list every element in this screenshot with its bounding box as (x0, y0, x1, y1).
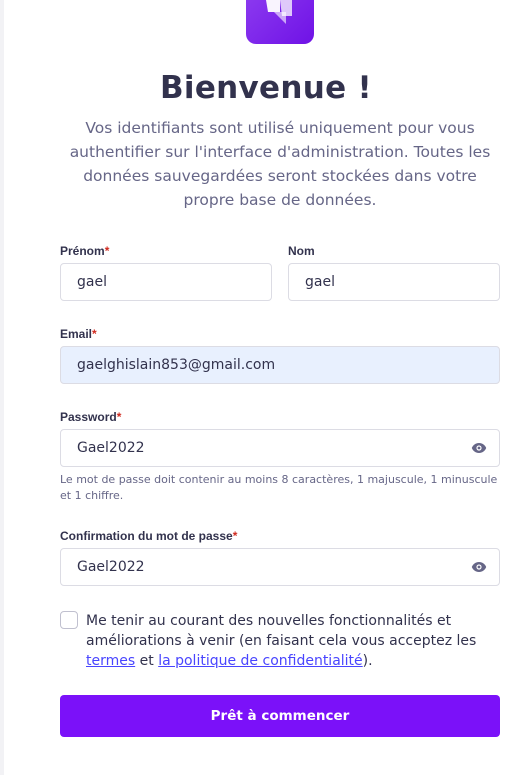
required-asterisk: * (232, 529, 238, 543)
confirm-password-label: Confirmation du mot de passe* (60, 529, 237, 543)
required-asterisk: * (116, 410, 122, 424)
email-label: Email* (60, 327, 97, 341)
eye-icon[interactable] (471, 442, 487, 454)
consent-text-after: ). (362, 653, 373, 669)
password-label: Password* (60, 410, 121, 424)
password-value: Gael2022 (77, 440, 145, 456)
terms-link[interactable]: termes (86, 653, 135, 669)
confirm-password-label-text: Confirmation du mot de passe (60, 529, 233, 543)
confirm-password-value: Gael2022 (77, 559, 145, 575)
email-value: gaelghislain853@gmail.com (77, 357, 276, 373)
email-label-text: Email (60, 327, 93, 341)
firstname-label-text: Prénom (60, 244, 105, 258)
page-subtitle: Vos identifiants sont utilisé uniquement… (69, 119, 491, 209)
password-hint: Le mot de passe doit contenir au moins 8… (60, 473, 498, 502)
lastname-value: gael (305, 274, 335, 290)
consent-text-before: Me tenir au courant des nouvelles foncti… (86, 613, 477, 649)
firstname-input[interactable]: gael (60, 263, 272, 301)
lastname-label: Nom (288, 244, 315, 258)
required-asterisk: * (92, 327, 97, 341)
firstname-label: Prénom* (60, 244, 109, 258)
lastname-label-text: Nom (288, 244, 315, 258)
required-asterisk: * (104, 244, 110, 258)
consent-text-middle: et (135, 653, 159, 669)
password-input[interactable]: Gael2022 (60, 429, 500, 467)
eye-icon[interactable] (471, 561, 487, 573)
privacy-policy-link[interactable]: la politique de confidentialité (158, 653, 362, 669)
left-edge-divider (0, 0, 4, 775)
firstname-value: gael (77, 274, 107, 290)
page-title: Bienvenue ! (160, 70, 372, 106)
confirm-password-input[interactable]: Gael2022 (60, 548, 500, 586)
logo-mark-icon (266, 0, 292, 24)
news-checkbox[interactable] (60, 611, 78, 629)
password-label-text: Password (60, 410, 117, 424)
news-consent-text: Me tenir au courant des nouvelles foncti… (86, 611, 506, 671)
app-logo (246, 0, 314, 44)
lastname-input[interactable]: gael (288, 263, 500, 301)
submit-button[interactable]: Prêt à commencer (60, 695, 500, 737)
email-input[interactable]: gaelghislain853@gmail.com (60, 346, 500, 384)
